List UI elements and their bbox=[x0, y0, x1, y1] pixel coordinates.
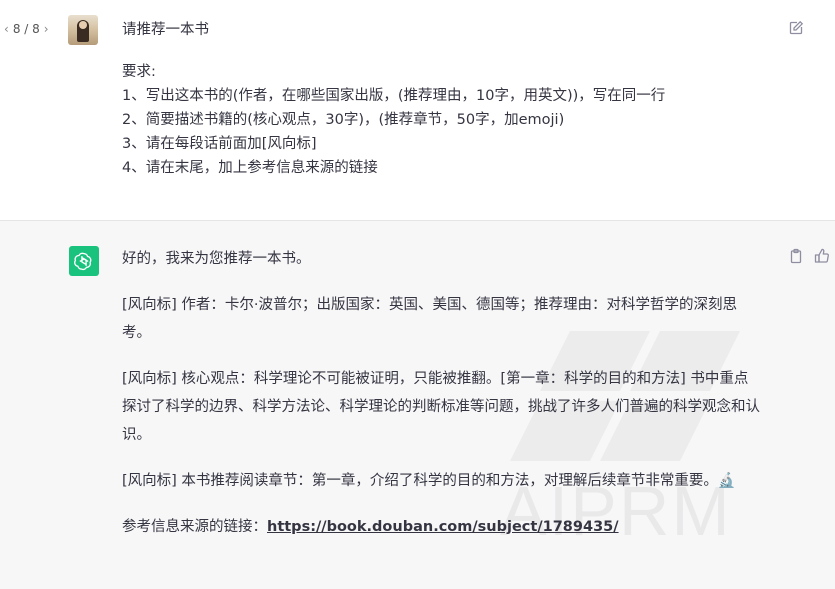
user-message-title: 请推荐一本书 bbox=[122, 22, 209, 38]
chatgpt-avatar bbox=[69, 246, 99, 276]
source-line: 参考信息来源的链接：https://book.douban.com/subjec… bbox=[122, 513, 762, 541]
openai-logo-icon bbox=[74, 252, 92, 271]
assistant-intro: 好的，我来为您推荐一本书。 bbox=[122, 251, 311, 267]
pager-label: 8 / 8 bbox=[12, 22, 40, 36]
clipboard-icon[interactable] bbox=[788, 248, 804, 264]
assistant-paragraph-1: [风向标] 作者：卡尔·波普尔；出版国家：英国、美国、德国等；推荐理由：对科学哲… bbox=[122, 297, 738, 341]
assistant-paragraph-3: [风向标] 本书推荐阅读章节：第一章，介绍了科学的目的和方法，对理解后续章节非常… bbox=[122, 467, 762, 495]
requirements-heading: 要求: bbox=[122, 64, 156, 80]
assistant-paragraph-2: [风向标] 核心观点：科学理论不可能被证明，只能被推翻。[第一章：科学的目的和方… bbox=[122, 371, 760, 443]
source-link[interactable]: https://book.douban.com/subject/1789435/ bbox=[267, 519, 619, 535]
assistant-message-text: 好的，我来为您推荐一本书。 [风向标] 作者：卡尔·波普尔；出版国家：英国、美国… bbox=[122, 245, 762, 559]
assistant-paragraph-3-text: [风向标] 本书推荐阅读章节：第一章，介绍了科学的目的和方法，对理解后续章节非常… bbox=[122, 473, 718, 489]
requirement-line: 3、请在每段话前面加[风向标] bbox=[122, 136, 317, 152]
chat-page: ‹ 8 / 8 › 请推荐一本书 要求: 1、写出这本书的(作者，在哪些国家出版… bbox=[0, 0, 835, 589]
source-label: 参考信息来源的链接： bbox=[122, 519, 267, 535]
requirement-line: 1、写出这本书的(作者，在哪些国家出版，(推荐理由，10字，用英文))，写在同一… bbox=[122, 88, 666, 104]
edit-icon[interactable] bbox=[788, 20, 804, 36]
microscope-emoji: 🔬 bbox=[717, 473, 736, 489]
user-avatar bbox=[68, 15, 98, 45]
requirement-line: 4、请在末尾，加上参考信息来源的链接 bbox=[122, 160, 378, 176]
message-actions bbox=[788, 248, 830, 264]
user-message-text: 请推荐一本书 要求: 1、写出这本书的(作者，在哪些国家出版，(推荐理由，10字… bbox=[122, 18, 782, 180]
assistant-message: AIPRM 好的，我来为您推荐一本书。 [风向标] 作者：卡尔·波普尔；出版国家… bbox=[0, 221, 835, 589]
chevron-right-icon[interactable]: › bbox=[44, 22, 49, 36]
thumbs-up-icon[interactable] bbox=[814, 248, 830, 264]
requirement-line: 2、简要描述书籍的(核心观点，30字)，(推荐章节，50字，加emoji) bbox=[122, 112, 565, 128]
chevron-left-icon[interactable]: ‹ bbox=[4, 22, 9, 36]
user-message: ‹ 8 / 8 › 请推荐一本书 要求: 1、写出这本书的(作者，在哪些国家出版… bbox=[0, 0, 835, 221]
message-pager: ‹ 8 / 8 › bbox=[4, 22, 49, 36]
